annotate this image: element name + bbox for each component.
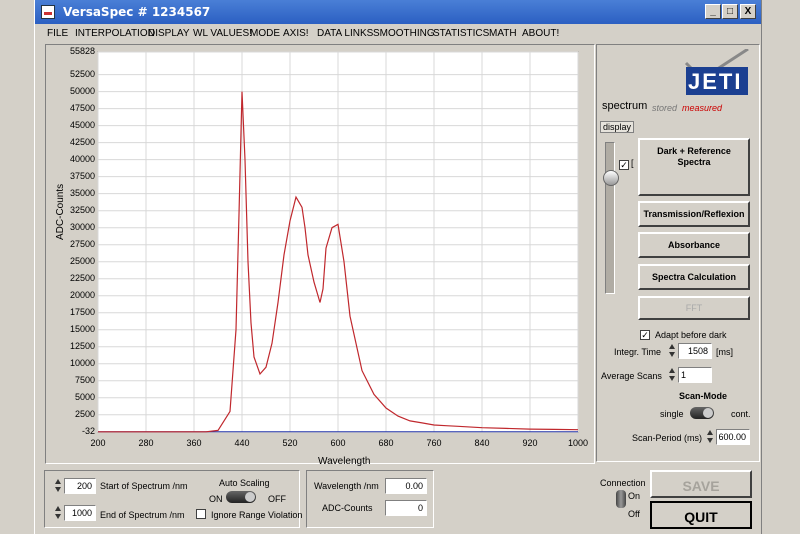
integr-spinner[interactable]	[668, 343, 677, 359]
avg-spinner[interactable]	[668, 367, 677, 383]
wavelength-field[interactable]: 0.00	[385, 478, 427, 494]
period-spinner[interactable]	[706, 429, 715, 445]
y-tick-label: 10000	[69, 357, 95, 368]
x-tick-label: 760	[426, 438, 442, 448]
start-field[interactable]: 200	[64, 478, 96, 494]
adapt-checkbox[interactable]: ✓	[640, 330, 650, 340]
off-label: OFF	[268, 494, 286, 504]
dark-reference-label: Dark + Reference Spectra	[657, 146, 731, 167]
cont-label: cont.	[731, 409, 751, 419]
integr-label: Integr. Time	[614, 347, 662, 357]
wavelength-label: Wavelength /nm	[314, 481, 379, 491]
integr-field[interactable]: 1508	[678, 343, 712, 359]
x-tick-label: 840	[474, 438, 490, 448]
y-tick-label: 40000	[69, 153, 95, 164]
y-tick-label: 2500	[74, 408, 95, 419]
y-tick-label: 15000	[69, 323, 95, 334]
conn-on-label: On	[628, 491, 641, 501]
end-label: End of Spectrum /nm	[100, 510, 185, 520]
y-tick-label: 32500	[69, 204, 95, 215]
y-tick-label: 30000	[69, 221, 95, 232]
spectra-calculation-button[interactable]: Spectra Calculation	[638, 264, 750, 290]
ignore-checkbox[interactable]	[196, 509, 206, 519]
end-field[interactable]: 1000	[64, 505, 96, 521]
adapt-label: Adapt before dark	[655, 330, 727, 340]
y-tick-label: 25000	[69, 255, 95, 266]
x-tick-label: 360	[186, 438, 202, 448]
y-tick-label: 37500	[69, 170, 95, 181]
y-tick-label: 17500	[69, 306, 95, 317]
x-tick-label: 520	[282, 438, 298, 448]
connection-switch[interactable]	[616, 490, 626, 508]
start-spinner[interactable]	[54, 478, 63, 494]
avg-label: Average Scans	[601, 371, 662, 381]
y-tick-label: 7500	[74, 374, 95, 385]
logo-text: JETI	[688, 69, 743, 94]
start-label: Start of Spectrum /nm	[100, 481, 188, 491]
y-tick-label: 22500	[69, 272, 95, 283]
avg-field[interactable]: 1	[678, 367, 712, 383]
display-slider[interactable]	[605, 142, 615, 294]
dark-reference-button[interactable]: Dark + Reference Spectra	[638, 138, 750, 196]
transmission-button[interactable]: Transmission/Reflexion	[638, 201, 750, 227]
auto-scaling-toggle[interactable]	[226, 491, 256, 503]
stored-label[interactable]: stored	[652, 103, 677, 113]
y-tick-label: 20000	[69, 289, 95, 300]
y-tick-label: 27500	[69, 238, 95, 249]
connection-label: Connection	[600, 478, 646, 488]
auto-scaling-label: Auto Scaling	[219, 478, 270, 488]
fft-button[interactable]: FFT	[638, 296, 750, 320]
x-tick-label: 280	[138, 438, 154, 448]
scan-mode-toggle[interactable]	[690, 407, 714, 419]
y-tick-label: 55828	[69, 46, 95, 56]
absorbance-button[interactable]: Absorbance	[638, 232, 750, 258]
measured-label[interactable]: measured	[682, 103, 722, 113]
y-tick-label: 12500	[69, 340, 95, 351]
y-tick-label: 42500	[69, 136, 95, 147]
end-spinner[interactable]	[54, 505, 63, 521]
x-tick-label: 440	[234, 438, 250, 448]
ignore-label: Ignore Range Violation	[211, 510, 303, 520]
spectrum-label: spectrum	[602, 100, 648, 112]
conn-off-label: Off	[628, 509, 640, 519]
y-tick-label: 52500	[69, 68, 95, 79]
jeti-logo: JETI	[682, 47, 752, 97]
y-tick-label: 50000	[69, 85, 95, 96]
x-tick-label: 600	[330, 438, 346, 448]
period-field[interactable]: 600.00	[716, 429, 750, 445]
x-tick-label: 680	[378, 438, 394, 448]
slider-thumb[interactable]	[603, 170, 619, 186]
display-bracket: [	[631, 158, 634, 168]
single-label: single	[660, 409, 684, 419]
y-tick-label: 5000	[74, 391, 95, 402]
adc-label: ADC-Counts	[322, 503, 373, 513]
display-label[interactable]: display	[600, 121, 635, 133]
scan-mode-label: Scan-Mode	[679, 391, 728, 401]
on-label: ON	[209, 494, 223, 504]
y-tick-label: 35000	[69, 187, 95, 198]
adc-field[interactable]: 0	[385, 500, 427, 516]
x-axis-title: Wavelength	[318, 456, 371, 467]
y-tick-label: 45000	[69, 119, 95, 130]
period-label: Scan-Period (ms)	[632, 433, 703, 443]
x-tick-label: 1000	[567, 438, 589, 448]
x-tick-label: 920	[522, 438, 538, 448]
x-tick-label: 200	[90, 438, 106, 448]
y-tick-label: 47500	[69, 102, 95, 113]
integr-unit: [ms]	[716, 347, 733, 357]
save-button[interactable]: SAVE	[650, 470, 752, 498]
display-checkbox[interactable]: ✓	[619, 160, 629, 170]
quit-button[interactable]: QUIT	[650, 501, 752, 529]
y-tick-label: -32	[81, 426, 95, 436]
